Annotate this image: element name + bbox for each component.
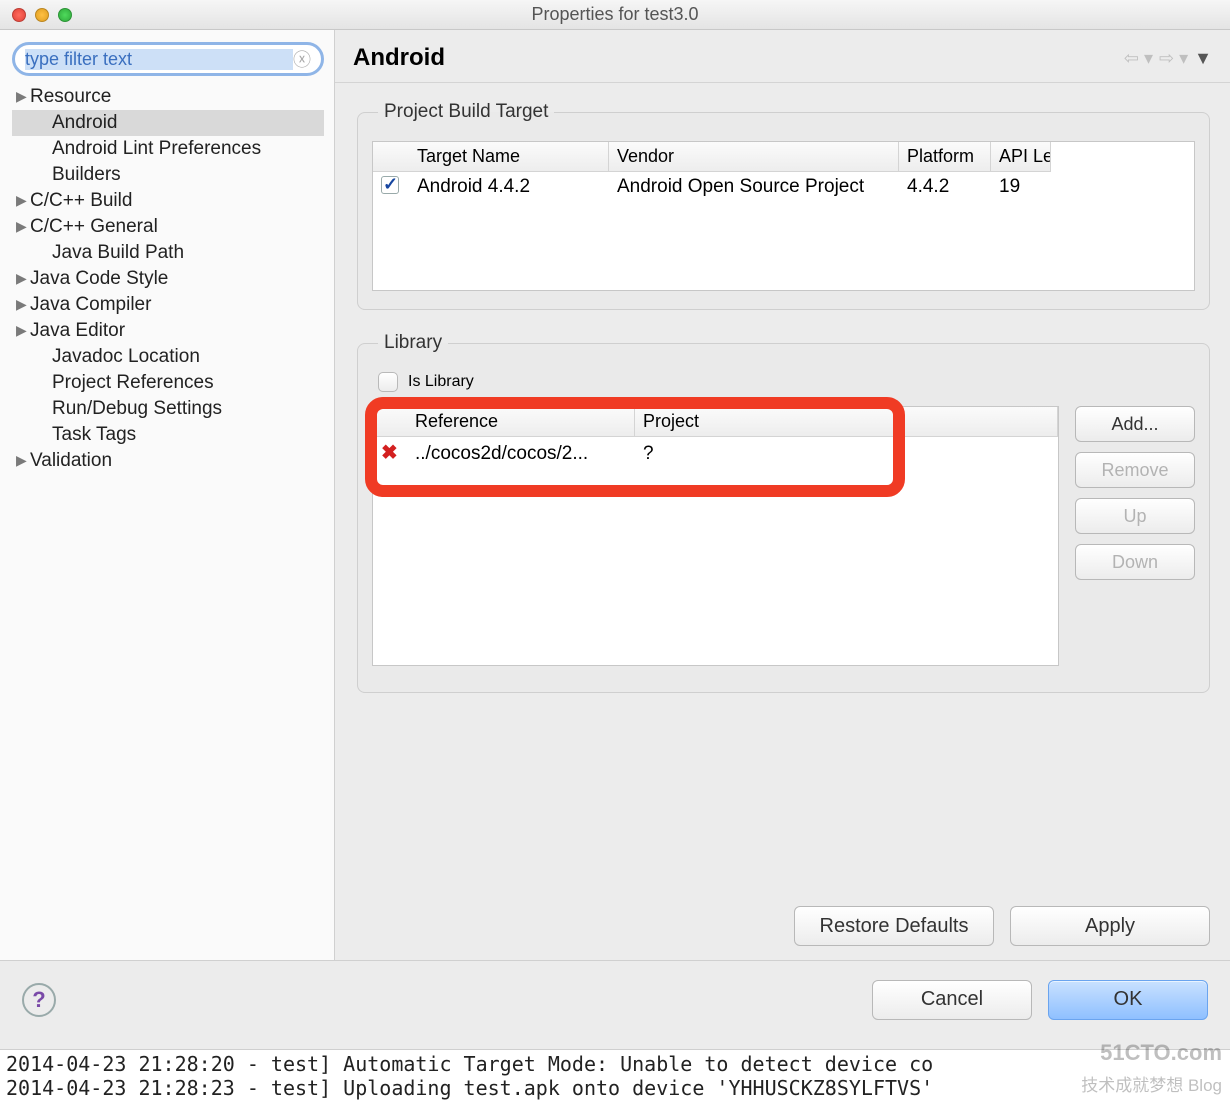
sidebar-item-builders[interactable]: Builders [12,162,324,188]
chevron-right-icon: ▶ [16,452,30,469]
checkbox-icon[interactable] [381,176,399,194]
help-icon[interactable]: ? [22,983,56,1017]
sidebar-item-label: Resource [30,86,111,108]
console-line: 2014-04-23 21:28:23 - test] Uploading te… [6,1076,1224,1100]
close-icon[interactable] [12,8,26,22]
nav-back-icon[interactable]: ⇦ ▾ [1124,48,1153,69]
sidebar-item-resource[interactable]: ▶Resource [12,84,324,110]
sidebar-item-label: Android Lint Preferences [52,138,261,160]
sidebar-item-label: Builders [52,164,121,186]
cell-project: ? [635,437,1058,471]
table-row[interactable]: ✖ ../cocos2d/cocos/2... ? [373,437,1058,471]
cell-platform: 4.4.2 [899,172,991,204]
chevron-right-icon: ▶ [16,192,30,209]
nav-forward-icon[interactable]: ⇨ ▾ [1159,48,1188,69]
sidebar-item-label: Android [52,112,118,134]
content-pane: Android ⇦ ▾ ⇨ ▾ ▼ Project Build Target T… [335,30,1230,960]
console-output: 2014-04-23 21:28:20 - test] Automatic Ta… [0,1049,1230,1102]
content-body: Project Build Target Target Name Vendor … [335,83,1230,896]
down-button[interactable]: Down [1075,544,1195,580]
is-library-checkbox[interactable] [378,372,398,392]
cell-reference: ../cocos2d/cocos/2... [407,437,635,471]
col-platform[interactable]: Platform [899,142,991,172]
col-check [373,142,409,172]
sidebar-item-label: C/C++ General [30,216,158,238]
sidebar-item-validation[interactable]: ▶Validation [12,448,324,474]
window-title: Properties for test3.0 [0,4,1230,25]
content-header: Android ⇦ ▾ ⇨ ▾ ▼ [335,30,1230,83]
ok-button[interactable]: OK [1048,980,1208,1020]
main-area: ⓧ ▶ResourceAndroidAndroid Lint Preferenc… [0,30,1230,960]
chevron-right-icon: ▶ [16,218,30,235]
titlebar: Properties for test3.0 [0,0,1230,30]
maximize-icon[interactable] [58,8,72,22]
sidebar-item-label: Java Code Style [30,268,168,290]
col-api[interactable]: API Le [991,142,1051,172]
sidebar-item-java-code-style[interactable]: ▶Java Code Style [12,266,324,292]
sidebar-item-java-compiler[interactable]: ▶Java Compiler [12,292,324,318]
content-footer: Restore Defaults Apply [335,896,1230,960]
col-reference[interactable]: Reference [407,407,635,437]
sidebar-item-run-debug-settings[interactable]: Run/Debug Settings [12,396,324,422]
remove-button[interactable]: Remove [1075,452,1195,488]
col-project[interactable]: Project [635,407,1058,437]
sidebar-item-label: Java Compiler [30,294,151,316]
sidebar-item-label: Java Editor [30,320,125,342]
is-library-row[interactable]: Is Library [372,372,1195,406]
sidebar-item-label: C/C++ Build [30,190,132,212]
library-group: Library Is Library Reference Project ✖ [357,332,1210,693]
col-target-name[interactable]: Target Name [409,142,609,172]
error-icon: ✖ [381,445,399,463]
chevron-right-icon: ▶ [16,270,30,287]
is-library-label: Is Library [408,373,474,391]
clear-icon[interactable]: ⓧ [293,46,311,72]
build-target-title: Project Build Target [378,101,554,123]
filter-input[interactable] [25,49,293,70]
category-tree: ▶ResourceAndroidAndroid Lint Preferences… [12,84,324,474]
sidebar-item-label: Task Tags [52,424,136,446]
sidebar-item-project-references[interactable]: Project References [12,370,324,396]
nav-menu-icon[interactable]: ▼ [1194,48,1212,69]
sidebar-item-android[interactable]: Android [12,110,324,136]
sidebar-item-label: Validation [30,450,112,472]
sidebar-item-label: Javadoc Location [52,346,200,368]
sidebar-item-label: Java Build Path [52,242,184,264]
cell-vendor: Android Open Source Project [609,172,899,204]
sidebar-item-c-c-general[interactable]: ▶C/C++ General [12,214,324,240]
cell-target-name: Android 4.4.2 [409,172,609,204]
sidebar: ⓧ ▶ResourceAndroidAndroid Lint Preferenc… [0,30,335,960]
library-table[interactable]: Reference Project ✖ ../cocos2d/cocos/2..… [372,406,1059,666]
sidebar-item-label: Project References [52,372,214,394]
console-line: 2014-04-23 21:28:20 - test] Automatic Ta… [6,1052,1224,1076]
add-button[interactable]: Add... [1075,406,1195,442]
sidebar-item-task-tags[interactable]: Task Tags [12,422,324,448]
apply-button[interactable]: Apply [1010,906,1210,946]
target-table[interactable]: Target Name Vendor Platform API Le Andro… [372,141,1195,291]
sidebar-item-c-c-build[interactable]: ▶C/C++ Build [12,188,324,214]
col-vendor[interactable]: Vendor [609,142,899,172]
build-target-group: Project Build Target Target Name Vendor … [357,101,1210,310]
cell-api: 19 [991,172,1051,204]
minimize-icon[interactable] [35,8,49,22]
col-status [373,407,407,437]
chevron-right-icon: ▶ [16,88,30,105]
library-title: Library [378,332,448,354]
window-controls [12,8,72,22]
sidebar-item-java-editor[interactable]: ▶Java Editor [12,318,324,344]
chevron-right-icon: ▶ [16,322,30,339]
chevron-right-icon: ▶ [16,296,30,313]
page-title: Android [353,44,1124,72]
up-button[interactable]: Up [1075,498,1195,534]
sidebar-item-java-build-path[interactable]: Java Build Path [12,240,324,266]
cancel-button[interactable]: Cancel [872,980,1032,1020]
dialog-footer: ? Cancel OK [0,960,1230,1038]
sidebar-item-javadoc-location[interactable]: Javadoc Location [12,344,324,370]
library-buttons: Add... Remove Up Down [1075,406,1195,666]
filter-field[interactable]: ⓧ [12,42,324,76]
table-row[interactable]: Android 4.4.2 Android Open Source Projec… [373,172,1194,204]
sidebar-item-android-lint-preferences[interactable]: Android Lint Preferences [12,136,324,162]
sidebar-item-label: Run/Debug Settings [52,398,222,420]
restore-defaults-button[interactable]: Restore Defaults [794,906,994,946]
